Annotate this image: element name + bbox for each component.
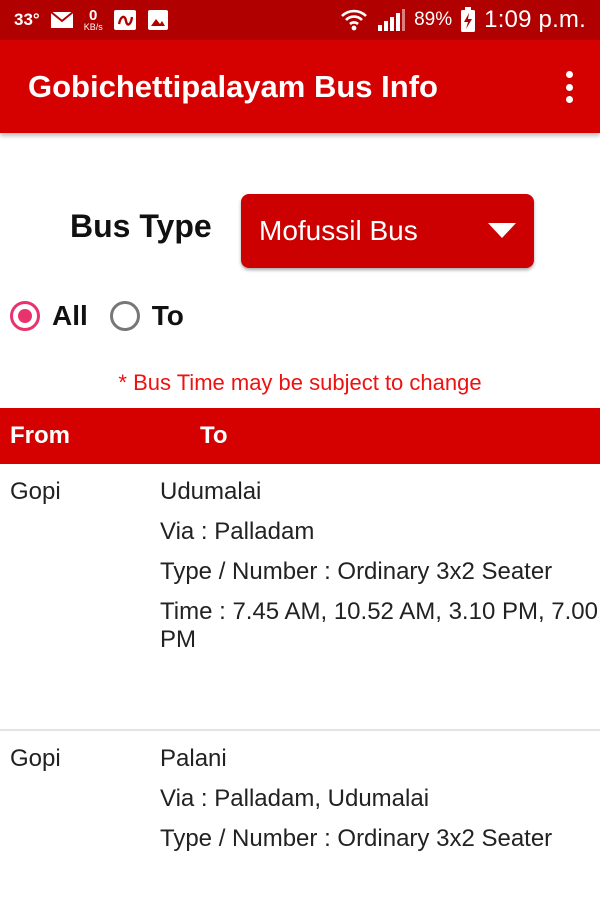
battery-percent: 89% [414,9,453,30]
header-to: To [200,422,228,449]
row-via: Via : Palladam [160,518,315,545]
net-speed-unit: KB/s [83,21,103,32]
clock: 1:09 p.m. [484,6,586,33]
row-type: Type / Number : Ordinary 3x2 Seater [160,558,553,585]
radio-checked-icon [10,301,40,331]
row-time: Time : 7.45 AM, 10.52 AM, 3.10 PM, 7.00 … [160,598,598,653]
row-details: Udumalai Via : Palladam Type / Number : … [160,478,598,666]
row-to: Palani [160,745,227,772]
battery-charging-icon [460,7,476,33]
dropdown-caret-icon [488,223,516,238]
radio-all[interactable]: All [10,300,88,332]
status-bar: 33° 0 KB/s 89% 1:09 p.m. [0,0,600,40]
bus-type-selected: Mofussil Bus [259,215,418,246]
header-from: From [10,422,70,449]
app-icon [113,9,137,31]
radio-to-label: To [151,300,184,331]
row-from: Gopi [10,745,61,772]
image-icon [147,9,169,31]
row-from: Gopi [10,478,61,505]
wifi-icon [340,8,368,32]
table-header: From To [0,408,600,464]
temperature-text: 33° [14,9,40,29]
radio-unchecked-icon [109,301,140,331]
net-speed: 0 KB/s [83,6,103,32]
mail-icon [50,11,74,29]
row-type: Type / Number : Ordinary 3x2 Seater [160,825,553,852]
more-vert-icon[interactable] [562,71,576,103]
bus-type-label: Bus Type [70,208,212,244]
row-details: Palani Via : Palladam, Udumalai Type / N… [160,745,598,865]
direction-radio-group: All To [10,300,206,332]
row-via: Via : Palladam, Udumalai [160,785,430,812]
app-title: Gobichettipalayam Bus Info [28,68,438,104]
radio-to[interactable]: To [109,300,184,332]
net-speed-value: 0 [89,6,98,24]
signal-icon [376,8,406,32]
bus-type-dropdown[interactable]: Mofussil Bus [241,194,534,268]
radio-all-label: All [52,300,88,331]
schedule-note: * Bus Time may be subject to change [118,370,482,395]
row-to: Udumalai [160,478,262,505]
app-bar: Gobichettipalayam Bus Info [0,40,600,133]
row-divider [0,729,600,731]
